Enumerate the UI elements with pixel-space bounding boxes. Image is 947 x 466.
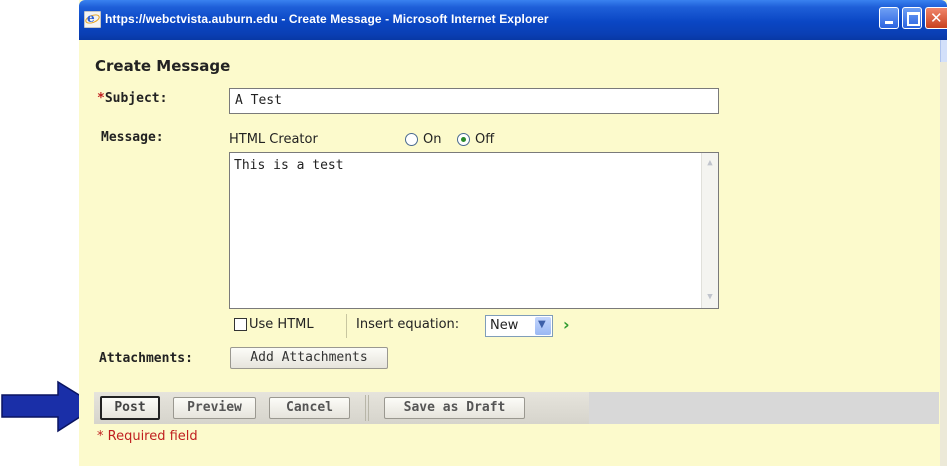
subject-input[interactable]: A Test <box>229 88 719 114</box>
cancel-button[interactable]: Cancel <box>269 397 350 419</box>
attachments-label: Attachments: <box>99 351 193 366</box>
close-button[interactable]: ✕ <box>925 7 947 29</box>
scroll-up-button[interactable] <box>940 40 947 62</box>
html-creator-off-label: Off <box>475 132 495 147</box>
save-as-draft-button[interactable]: Save as Draft <box>384 397 525 419</box>
minimize-icon <box>885 21 893 24</box>
add-attachments-button[interactable]: Add Attachments <box>230 347 388 369</box>
insert-equation-value: New <box>490 318 519 333</box>
html-creator-label: HTML Creator <box>229 132 318 147</box>
browser-window: e https://webctvista.auburn.edu - Create… <box>79 0 947 466</box>
insert-equation-select[interactable]: New ▼ <box>485 315 553 337</box>
close-icon: ✕ <box>930 9 943 27</box>
internet-explorer-icon: e <box>84 11 101 28</box>
toolbar-divider <box>365 395 366 421</box>
chevron-down-icon: ▼ <box>538 319 546 330</box>
toolbar-divider <box>368 395 369 421</box>
post-button[interactable]: Post <box>100 396 160 420</box>
textarea-scrollbar[interactable]: ▲ ▼ <box>701 153 718 308</box>
minimize-button[interactable] <box>879 7 899 29</box>
scroll-down-arrow-icon[interactable]: ▼ <box>705 292 715 302</box>
message-body-textarea[interactable]: This is a test ▲ ▼ <box>229 152 719 309</box>
window-title: https://webctvista.auburn.edu - Create M… <box>105 12 549 26</box>
title-bar[interactable]: e https://webctvista.auburn.edu - Create… <box>79 0 947 40</box>
dropdown-button[interactable]: ▼ <box>535 317 551 335</box>
go-arrow-icon[interactable]: › <box>563 315 570 334</box>
divider <box>346 314 347 338</box>
maximize-icon <box>907 12 920 26</box>
subject-label: *Subject: <box>97 91 168 106</box>
html-creator-on-label: On <box>423 132 442 147</box>
insert-equation-label: Insert equation: <box>356 317 460 332</box>
required-field-note: * Required field <box>97 429 198 444</box>
window-scrollbar[interactable] <box>940 40 947 466</box>
html-creator-off-radio[interactable] <box>457 133 470 146</box>
page-title: Create Message <box>95 57 231 75</box>
use-html-checkbox[interactable] <box>234 318 247 331</box>
action-toolbar: Post Preview Cancel Save as Draft <box>94 392 939 424</box>
maximize-button[interactable] <box>902 7 922 29</box>
html-creator-on-radio[interactable] <box>405 133 418 146</box>
preview-button[interactable]: Preview <box>173 397 256 419</box>
required-mark: * <box>97 91 105 106</box>
message-body-text: This is a test <box>234 158 344 173</box>
scroll-up-arrow-icon[interactable]: ▲ <box>705 158 715 168</box>
message-label: Message: <box>101 130 164 145</box>
use-html-label: Use HTML <box>249 317 314 332</box>
